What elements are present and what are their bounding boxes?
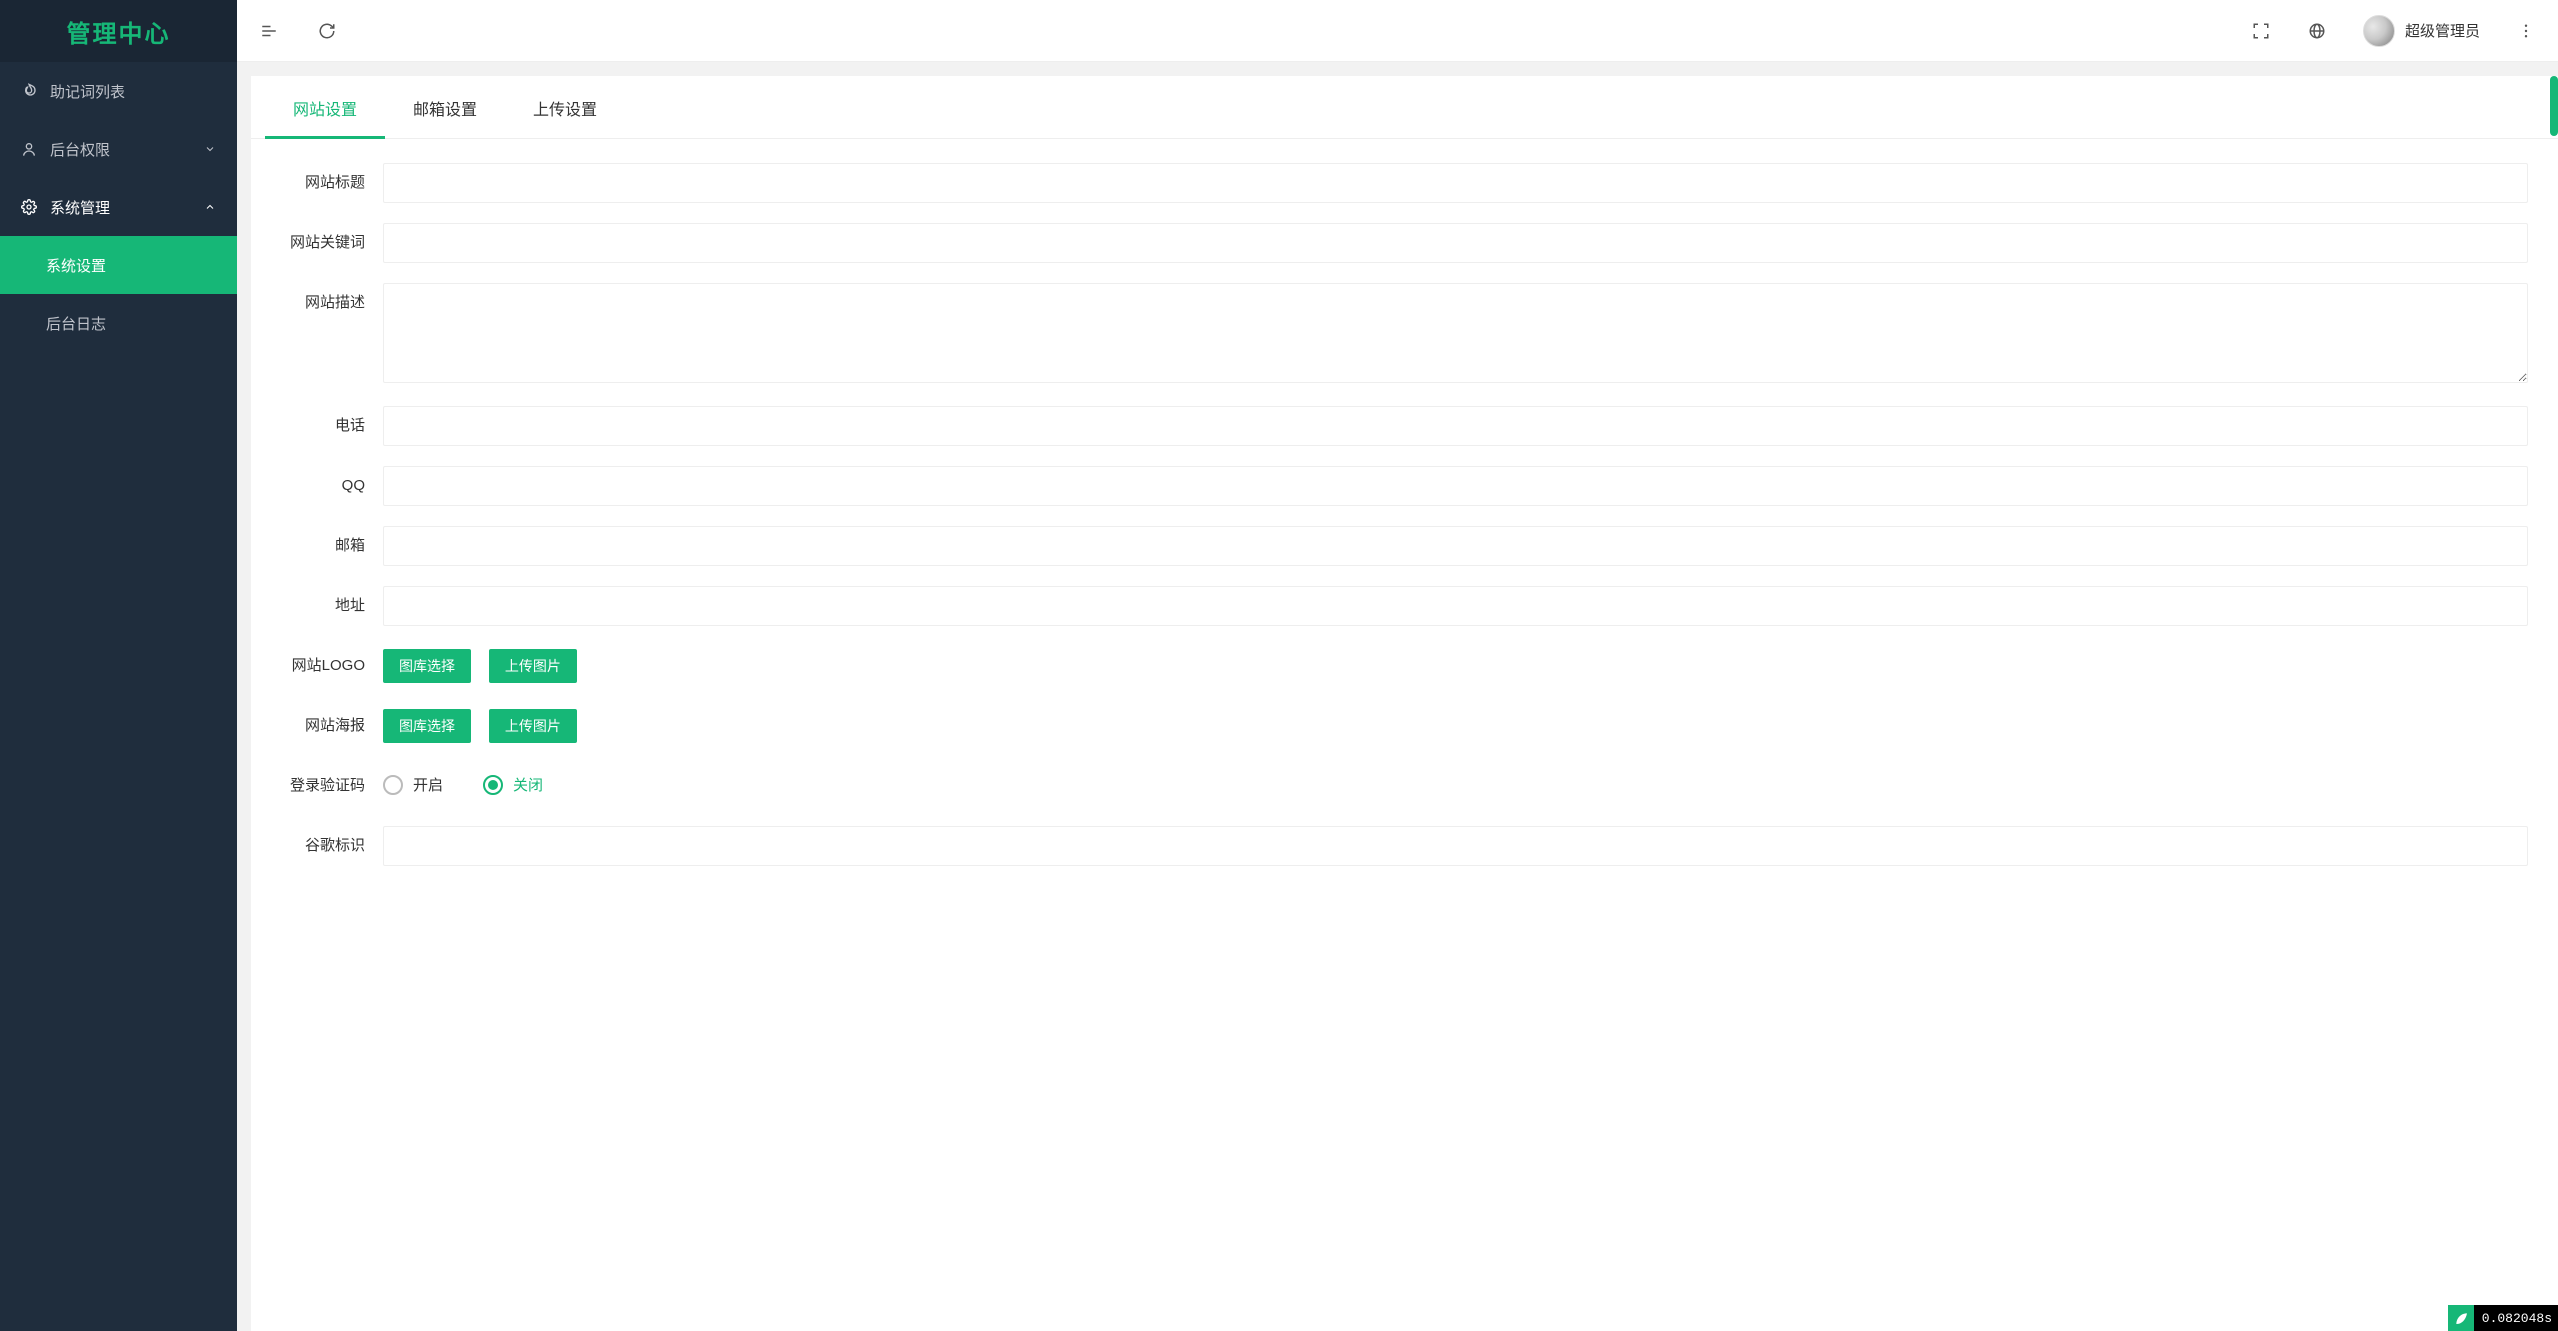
more-vertical-icon[interactable] xyxy=(2516,21,2536,41)
radio-label: 关闭 xyxy=(513,774,543,795)
sidebar-item-label: 后台日志 xyxy=(46,313,217,334)
btn-logo-gallery[interactable]: 图库选择 xyxy=(383,649,471,683)
input-address[interactable] xyxy=(383,586,2528,626)
tab-upload-settings[interactable]: 上传设置 xyxy=(505,76,625,138)
scrollbar-thumb[interactable] xyxy=(2550,76,2558,136)
globe-icon[interactable] xyxy=(2307,21,2327,41)
label-phone: 电话 xyxy=(261,406,383,446)
textarea-site-desc[interactable] xyxy=(383,283,2528,383)
radio-label: 开启 xyxy=(413,774,443,795)
label-poster: 网站海报 xyxy=(261,706,383,746)
sidebar-item-label: 系统设置 xyxy=(46,255,217,276)
fire-icon xyxy=(20,82,38,100)
btn-poster-gallery[interactable]: 图库选择 xyxy=(383,709,471,743)
perf-badge: 0.082048s xyxy=(2448,1305,2558,1331)
sidebar-menu: 助记词列表 后台权限 系统管理 xyxy=(0,62,237,1331)
site-settings-form: 网站标题 网站关键词 网站描述 电话 xyxy=(251,139,2558,926)
settings-tabs: 网站设置 邮箱设置 上传设置 xyxy=(251,76,2558,139)
input-google[interactable] xyxy=(383,826,2528,866)
user-name: 超级管理员 xyxy=(2405,20,2480,41)
sidebar-item-label: 系统管理 xyxy=(50,197,203,218)
collapse-sidebar-icon[interactable] xyxy=(259,21,279,41)
sidebar-item-mnemonic-list[interactable]: 助记词列表 xyxy=(0,62,237,120)
user-menu[interactable]: 超级管理员 xyxy=(2363,15,2480,47)
label-site-keywords: 网站关键词 xyxy=(261,223,383,263)
fullscreen-icon[interactable] xyxy=(2251,21,2271,41)
app-logo: 管理中心 xyxy=(67,14,171,49)
leaf-icon xyxy=(2448,1305,2474,1331)
radio-icon xyxy=(483,775,503,795)
label-address: 地址 xyxy=(261,586,383,626)
label-site-desc: 网站描述 xyxy=(261,283,383,323)
main: 超级管理员 网站设置 邮箱设置 上传设置 网站标题 xyxy=(237,0,2558,1331)
gear-icon xyxy=(20,198,38,216)
sidebar: 管理中心 助记词列表 后台权限 xyxy=(0,0,237,1331)
btn-poster-upload[interactable]: 上传图片 xyxy=(489,709,577,743)
refresh-icon[interactable] xyxy=(317,21,337,41)
input-qq[interactable] xyxy=(383,466,2528,506)
label-google: 谷歌标识 xyxy=(261,826,383,866)
input-phone[interactable] xyxy=(383,406,2528,446)
tab-site-settings[interactable]: 网站设置 xyxy=(265,76,385,138)
label-email: 邮箱 xyxy=(261,526,383,566)
sidebar-header: 管理中心 xyxy=(0,0,237,62)
input-email[interactable] xyxy=(383,526,2528,566)
btn-logo-upload[interactable]: 上传图片 xyxy=(489,649,577,683)
chevron-up-icon xyxy=(203,200,217,214)
perf-time: 0.082048s xyxy=(2474,1311,2558,1326)
sidebar-item-system-settings[interactable]: 系统设置 xyxy=(0,236,237,294)
sidebar-item-label: 助记词列表 xyxy=(50,81,217,102)
content: 网站设置 邮箱设置 上传设置 网站标题 网站关键词 网站描述 xyxy=(251,76,2558,1331)
radio-group-captcha: 开启 关闭 xyxy=(383,766,2528,795)
label-qq: QQ xyxy=(261,466,383,506)
radio-captcha-off[interactable]: 关闭 xyxy=(483,774,543,795)
radio-captcha-on[interactable]: 开启 xyxy=(383,774,443,795)
radio-icon xyxy=(383,775,403,795)
sidebar-item-permissions[interactable]: 后台权限 xyxy=(0,120,237,178)
content-wrap: 网站设置 邮箱设置 上传设置 网站标题 网站关键词 网站描述 xyxy=(237,62,2558,1331)
chevron-down-icon xyxy=(203,142,217,156)
label-logo: 网站LOGO xyxy=(261,646,383,686)
input-site-title[interactable] xyxy=(383,163,2528,203)
sidebar-submenu-system: 系统设置 后台日志 xyxy=(0,236,237,352)
input-site-keywords[interactable] xyxy=(383,223,2528,263)
sidebar-item-system-logs[interactable]: 后台日志 xyxy=(0,294,237,352)
topbar: 超级管理员 xyxy=(237,0,2558,62)
user-icon xyxy=(20,140,38,158)
label-captcha: 登录验证码 xyxy=(261,766,383,806)
avatar xyxy=(2363,15,2395,47)
sidebar-item-system[interactable]: 系统管理 xyxy=(0,178,237,236)
label-site-title: 网站标题 xyxy=(261,163,383,203)
sidebar-item-label: 后台权限 xyxy=(50,139,203,160)
tab-mail-settings[interactable]: 邮箱设置 xyxy=(385,76,505,138)
